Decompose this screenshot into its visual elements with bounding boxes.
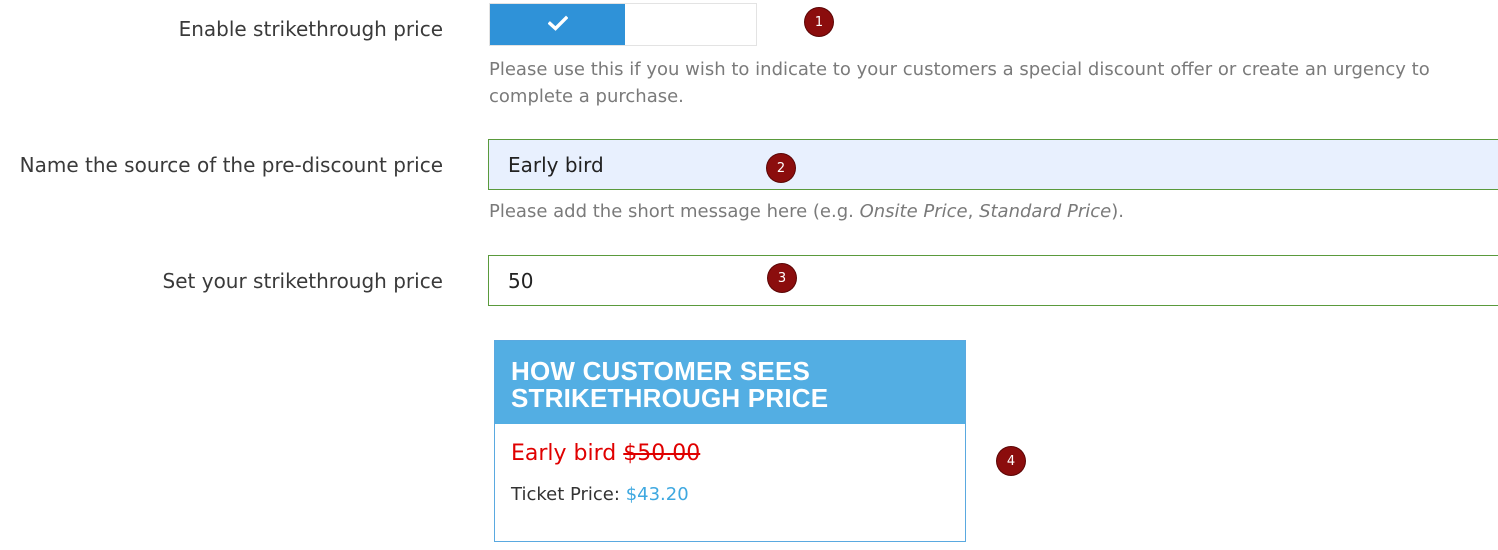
toggle-on-segment[interactable] [490,4,625,45]
annotation-badge-2: 2 [767,154,795,182]
strike-price-label: Set your strikethrough price [162,269,443,293]
strikethrough-toggle[interactable] [489,3,757,46]
source-name-input[interactable] [488,139,1498,190]
preview-ticket-line: Ticket Price: $43.20 [511,484,965,505]
source-name-help-example-2: Standard Price [979,201,1112,222]
strikethrough-toggle-label: Enable strikethrough price [178,17,443,41]
annotation-badge-4: 4 [997,447,1025,475]
checkmark-icon [547,15,568,35]
preview-strike-line: Early bird $50.00 [511,439,965,469]
strike-price-input[interactable] [488,255,1498,306]
strikethrough-toggle-help: Please use this if you wish to indicate … [489,59,1430,107]
source-name-label: Name the source of the pre-discount pric… [19,153,443,177]
preview-ticket-label: Ticket Price: [511,484,620,505]
preview-card-title: HOW CUSTOMER SEES STRIKETHROUGH PRICE [511,356,829,413]
source-name-help-example-1: Onsite Price [859,201,968,222]
preview-ticket-price: $43.20 [625,484,689,505]
source-name-help-separator: , [967,201,980,222]
source-name-help-prefix: Please add the short message here (e.g. [489,201,860,222]
preview-original-price: $50.00 [623,441,701,466]
annotation-badge-3: 3 [768,264,796,292]
preview-card: HOW CUSTOMER SEES STRIKETHROUGH PRICE Ea… [494,340,966,542]
toggle-off-segment[interactable] [625,4,756,45]
annotation-badge-1: 1 [805,8,833,36]
preview-card-body: Early bird $50.00 Ticket Price: $43.20 [495,424,965,505]
source-name-help-suffix: ). [1111,201,1124,222]
preview-card-header: HOW CUSTOMER SEES STRIKETHROUGH PRICE [495,341,965,424]
preview-source-text: Early bird [511,441,617,466]
source-name-help: Please add the short message here (e.g. … [489,198,1124,225]
